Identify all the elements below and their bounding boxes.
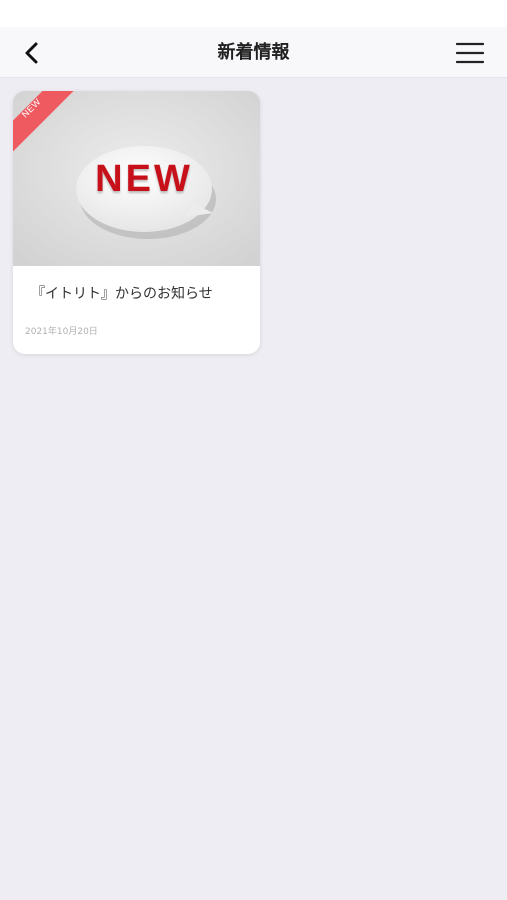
back-button[interactable] bbox=[14, 35, 50, 71]
page-title: 新着情報 bbox=[217, 42, 290, 63]
menu-button[interactable] bbox=[453, 36, 487, 70]
app-header: 新着情報 bbox=[0, 27, 507, 78]
status-bar bbox=[0, 0, 507, 27]
chevron-left-icon bbox=[25, 42, 38, 64]
hamburger-menu-icon bbox=[456, 42, 484, 64]
news-card[interactable]: NEW NEW 『イトリト』からのお知らせ 2021年10月20日 bbox=[13, 91, 260, 354]
news-title: 『イトリト』からのお知らせ bbox=[31, 286, 213, 302]
news-date: 2021年10月20日 bbox=[25, 327, 98, 337]
new-image-text: NEW bbox=[95, 158, 193, 200]
news-thumbnail: NEW NEW bbox=[13, 91, 260, 266]
